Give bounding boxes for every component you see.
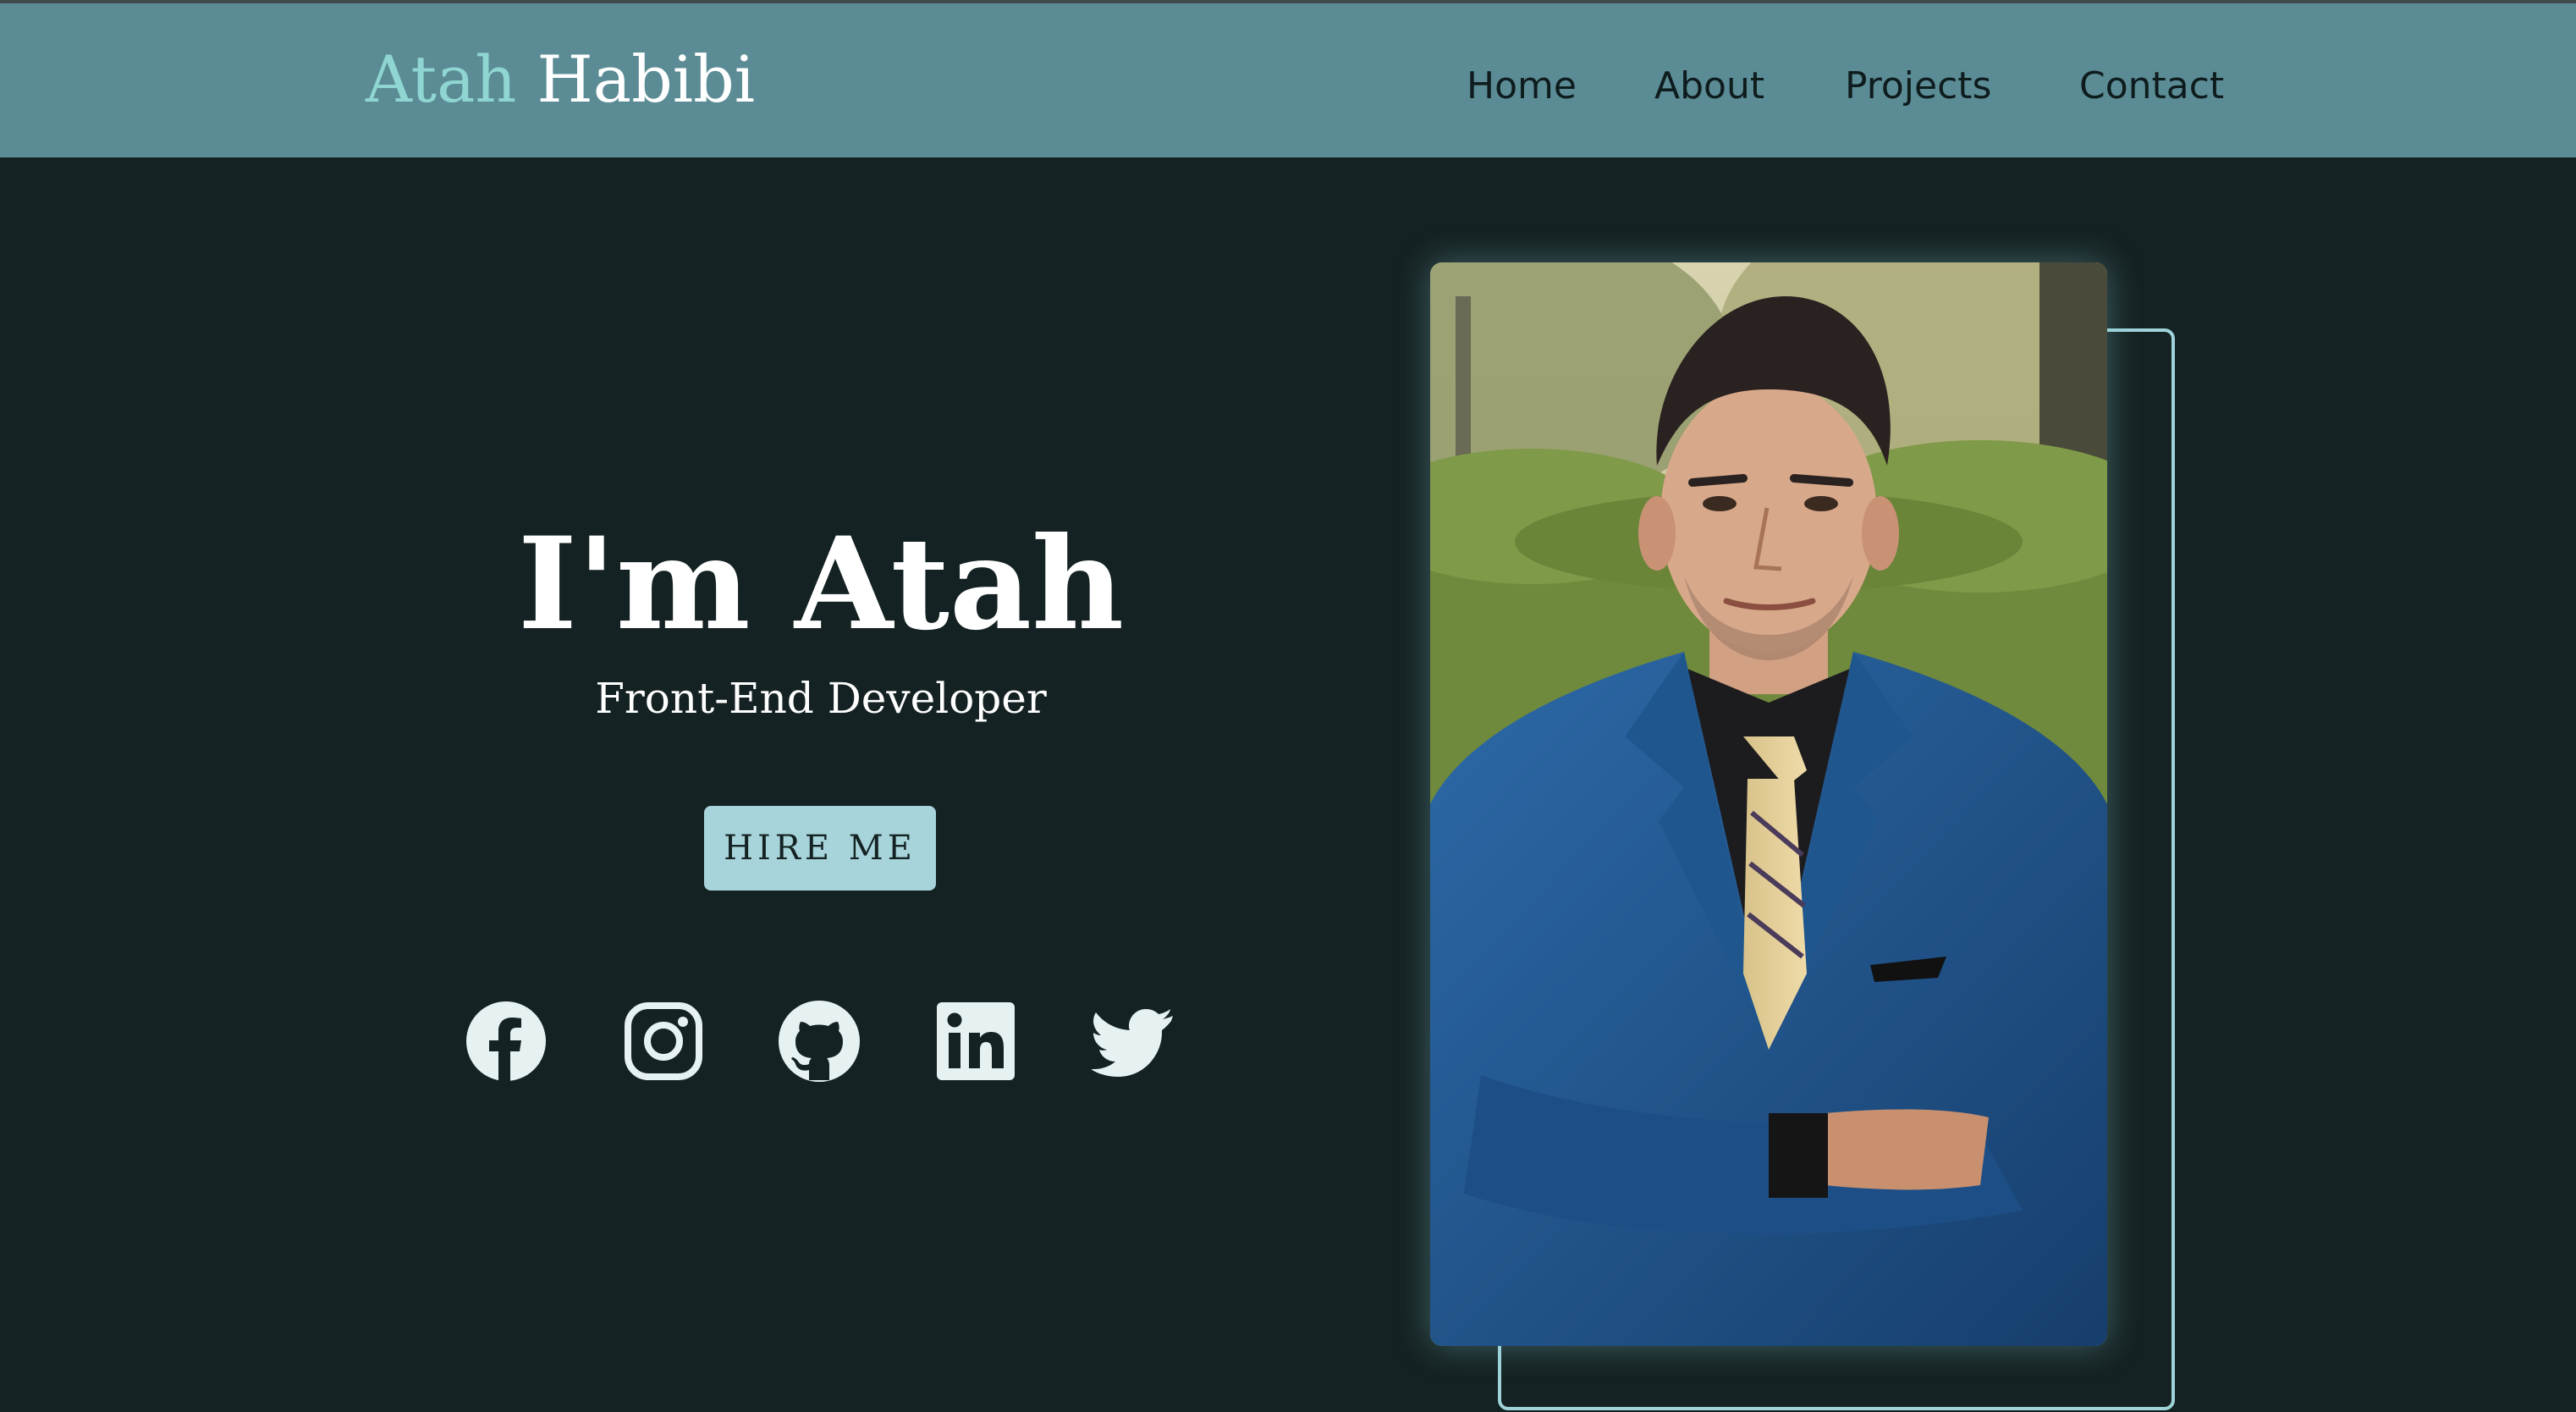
navbar: Atah Habibi Home About Projects Contact [0,3,2576,157]
nav-link-home[interactable]: Home [1467,52,1577,120]
hero-subtitle: Front-End Developer [595,674,1047,723]
profile-photo [1430,262,2107,1346]
hero-intro: I'm Atah Front-End Developer [423,508,1219,728]
linkedin-icon[interactable] [933,999,1018,1084]
twitter-icon[interactable] [1092,999,1176,1084]
nav-link-about[interactable]: About [1654,52,1764,120]
instagram-icon[interactable] [621,999,706,1084]
hire-me-button[interactable]: HIRE ME [704,806,936,891]
hero-title: I'm Atah [517,510,1125,659]
nav-link-projects[interactable]: Projects [1845,52,1991,120]
facebook-icon[interactable] [464,999,548,1084]
nav-links: Home About Projects Contact [0,52,2576,120]
nav-link-contact[interactable]: Contact [2079,52,2224,120]
github-icon[interactable] [777,999,861,1084]
